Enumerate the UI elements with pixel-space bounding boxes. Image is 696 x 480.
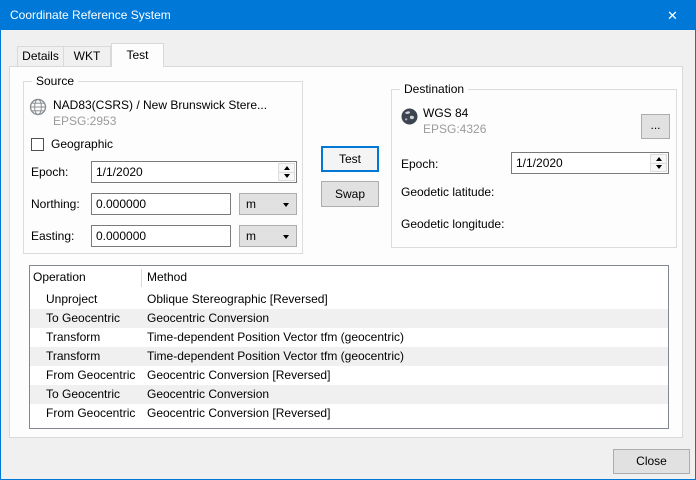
table-row[interactable]: Unproject Oblique Stereographic [Reversed… [30,290,668,309]
test-button[interactable]: Test [321,146,379,172]
source-epoch-field [91,161,297,183]
table-row[interactable]: From Geocentric Geocentric Conversion [Re… [30,366,668,385]
easting-field [91,225,231,247]
easting-unit-select[interactable]: m [239,225,297,247]
northing-label: Northing: [31,197,80,211]
geodetic-latitude-label: Geodetic latitude: [401,185,494,199]
destination-epoch-label: Epoch: [401,157,438,171]
destination-epoch-spin-down-button[interactable] [650,164,667,173]
swap-button[interactable]: Swap [321,181,379,207]
geographic-label: Geographic [51,137,113,151]
northing-unit-value: m [246,197,256,211]
arrow-down-icon [656,165,662,169]
browse-button[interactable]: ... [641,114,670,139]
globe-wireframe-icon [29,98,47,116]
close-icon[interactable]: ✕ [650,1,695,30]
northing-input[interactable] [92,194,230,214]
operation-cell: From Geocentric [46,366,135,385]
column-header-method[interactable]: Method [147,270,187,284]
destination-group-label: Destination [400,82,468,96]
destination-epoch-spin-up-button[interactable] [650,154,667,164]
operation-cell: To Geocentric [46,385,120,404]
operation-cell: To Geocentric [46,309,120,328]
arrow-up-icon [656,157,662,161]
method-cell: Geocentric Conversion [147,309,269,328]
geodetic-longitude-label: Geodetic longitude: [401,217,504,231]
tab-test[interactable]: Test [111,43,164,67]
arrow-down-icon [284,174,290,178]
source-epoch-spin-down-button[interactable] [278,173,295,182]
northing-unit-select[interactable]: m [239,193,297,215]
arrow-up-icon [284,166,290,170]
chevron-down-icon [283,203,289,207]
column-separator[interactable] [141,269,142,287]
easting-label: Easting: [31,229,74,243]
source-crs-name: NAD83(CSRS) / New Brunswick Stere... [53,98,267,112]
table-row[interactable]: To Geocentric Geocentric Conversion [30,385,668,404]
method-cell: Geocentric Conversion [147,385,269,404]
tab-details[interactable]: Details [17,46,64,67]
operation-cell: Transform [46,328,100,347]
window-title: Coordinate Reference System [10,8,171,22]
source-epoch-spin-up-button[interactable] [278,163,295,173]
destination-epoch-input[interactable] [512,153,668,173]
table-row[interactable]: Transform Time-dependent Position Vector … [30,347,668,366]
titlebar[interactable]: Coordinate Reference System ✕ [1,1,695,30]
method-cell: Time-dependent Position Vector tfm (geoc… [147,328,404,347]
operation-cell: From Geocentric [46,404,135,423]
table-row[interactable]: To Geocentric Geocentric Conversion [30,309,668,328]
northing-field [91,193,231,215]
tab-wkt[interactable]: WKT [64,46,111,67]
easting-input[interactable] [92,226,230,246]
destination-epoch-field [511,152,669,174]
source-group-label: Source [32,74,78,88]
source-crs-code: EPSG:2953 [53,114,116,128]
operations-table: Operation Method Unproject Oblique Stereo… [29,265,669,429]
source-epoch-label: Epoch: [31,165,68,179]
operations-rows: Unproject Oblique Stereographic [Reversed… [30,290,668,423]
method-cell: Geocentric Conversion [Reversed] [147,366,330,385]
method-cell: Oblique Stereographic [Reversed] [147,290,328,309]
close-button[interactable]: Close [613,449,690,474]
destination-crs-name: WGS 84 [423,106,468,120]
operation-cell: Transform [46,347,100,366]
geographic-checkbox[interactable] [31,138,44,151]
destination-crs-code: EPSG:4326 [423,122,486,136]
crs-dialog: Coordinate Reference System ✕ Details WK… [0,0,696,480]
chevron-down-icon [283,235,289,239]
easting-unit-value: m [246,229,256,243]
column-header-operation[interactable]: Operation [33,270,86,284]
operations-table-header: Operation Method [30,266,668,290]
operation-cell: Unproject [46,290,97,309]
source-epoch-input[interactable] [92,162,296,182]
table-row[interactable]: From Geocentric Geocentric Conversion [Re… [30,404,668,423]
method-cell: Time-dependent Position Vector tfm (geoc… [147,347,404,366]
method-cell: Geocentric Conversion [Reversed] [147,404,330,423]
globe-dark-icon [401,108,418,125]
table-row[interactable]: Transform Time-dependent Position Vector … [30,328,668,347]
